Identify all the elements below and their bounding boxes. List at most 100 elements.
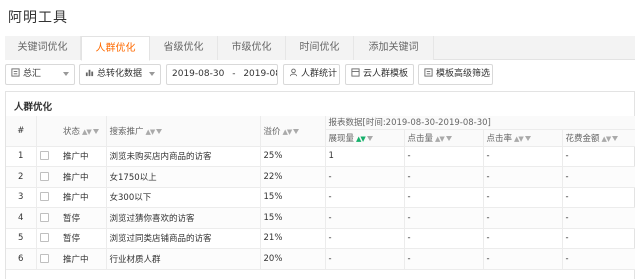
advanced-filter-button[interactable]: 模板高级筛选 <box>418 64 493 85</box>
crowd-optimize-panel: 人群优化 # 状态 ▲▼ 搜索推广 ▲▼ 溢价 ▲▼ 报表数据[时间:2019-08-… <box>5 91 635 279</box>
row-checkbox[interactable] <box>39 192 49 202</box>
sort-icon[interactable]: ▲▼ <box>82 128 92 136</box>
cloud-template-button[interactable]: 云人群模板 <box>345 64 414 85</box>
filter-icon <box>424 68 433 77</box>
table-row[interactable]: 6 推广中 行业材质人群 20% - - - - <box>6 248 635 270</box>
row-spend: - <box>561 248 635 270</box>
row-ctr: - <box>482 187 562 208</box>
row-status[interactable]: 推广中 <box>60 166 106 188</box>
chevron-down-icon <box>63 72 69 76</box>
row-clicks: - <box>403 187 483 208</box>
crowd-table: # 状态 ▲▼ 搜索推广 ▲▼ 溢价 ▲▼ 报表数据[时间:2019-08-30-20… <box>6 116 635 270</box>
row-crowd: 浏览过猜你喜欢的访客 <box>105 207 260 229</box>
row-spend: - <box>561 187 635 208</box>
filter-icon[interactable] <box>524 135 531 141</box>
col-header-crowd[interactable]: 搜索推广 ▲▼ <box>105 116 260 147</box>
filter-icon[interactable] <box>445 135 452 141</box>
row-checkbox-cell <box>35 187 60 208</box>
col-header-ctr[interactable]: 点击率 ▲▼ <box>482 129 562 147</box>
row-checkbox-cell <box>35 146 60 167</box>
col-header-clicks[interactable]: 点击量 ▲▼ <box>403 129 483 147</box>
tab-city-optimize[interactable]: 市级优化 <box>218 36 286 60</box>
row-checkbox[interactable] <box>39 253 49 263</box>
col-header-impressions[interactable]: 展现量 ▲▼ <box>324 129 404 147</box>
table-row[interactable]: 5 暂停 浏览过同类店铺商品的访客 21% - - - - <box>6 228 635 249</box>
row-spend: - <box>561 228 635 249</box>
row-checkbox[interactable] <box>39 212 49 222</box>
row-clicks: - <box>403 166 483 188</box>
row-index: 2 <box>6 166 36 188</box>
table-row[interactable]: 4 暂停 浏览过猜你喜欢的访客 15% - - - - <box>6 207 635 229</box>
row-clicks: - <box>403 146 483 167</box>
filter-icon[interactable] <box>156 128 163 134</box>
table-row[interactable]: 2 推广中 女1750以上 22% - - - - <box>6 166 635 188</box>
row-clicks: - <box>403 207 483 229</box>
col-header-spend[interactable]: 花费金额 ▲▼ <box>561 129 635 147</box>
row-premium[interactable]: 22% <box>259 166 325 188</box>
row-index: 1 <box>6 146 36 167</box>
summary-select[interactable]: 总汇 <box>5 64 75 85</box>
advanced-filter-label: 模板高级筛选 <box>436 69 491 79</box>
row-status[interactable]: 推广中 <box>60 146 106 167</box>
conversion-select-label: 总转化数据 <box>97 69 143 79</box>
sort-icon[interactable]: ▲▼ <box>602 135 612 143</box>
table-row[interactable]: 3 推广中 女300以下 15% - - - - <box>6 187 635 208</box>
date-range-picker[interactable]: 2019-08-30 - 2019-08-30 <box>166 64 278 85</box>
sort-icon[interactable]: ▲▼ <box>356 135 366 143</box>
row-ctr: - <box>482 166 562 188</box>
row-status[interactable]: 暂停 <box>60 207 106 229</box>
filter-icon[interactable] <box>293 128 300 134</box>
list-icon <box>11 68 20 77</box>
col-header-index: # <box>6 116 36 147</box>
tab-crowd-optimize[interactable]: 人群优化 <box>81 36 150 61</box>
col-header-status[interactable]: 状态 ▲▼ <box>60 116 106 147</box>
sort-icon[interactable]: ▲▼ <box>514 135 524 143</box>
row-index: 5 <box>6 228 36 249</box>
row-premium[interactable]: 15% <box>259 207 325 229</box>
filter-icon[interactable] <box>612 135 619 141</box>
cloud-template-label: 云人群模板 <box>363 69 409 79</box>
sort-icon[interactable]: ▲▼ <box>435 135 445 143</box>
row-checkbox[interactable] <box>39 171 49 181</box>
filter-icon[interactable] <box>92 128 99 134</box>
row-status[interactable]: 推广中 <box>60 187 106 208</box>
row-impressions: - <box>324 248 404 270</box>
sort-icon[interactable]: ▲▼ <box>283 128 293 136</box>
tab-province-optimize[interactable]: 省级优化 <box>150 36 218 60</box>
row-spend: - <box>561 146 635 167</box>
row-checkbox[interactable] <box>39 151 49 161</box>
row-premium[interactable]: 15% <box>259 187 325 208</box>
sort-icon[interactable]: ▲▼ <box>146 128 156 136</box>
table-row[interactable]: 1 推广中 浏览未购买店内商品的访客 25% 1 - - - <box>6 146 635 167</box>
row-crowd: 女300以下 <box>105 187 260 208</box>
bar-chart-icon <box>85 69 94 77</box>
row-checkbox-cell <box>35 228 60 249</box>
row-premium[interactable]: 20% <box>259 248 325 270</box>
conversion-select[interactable]: 总转化数据 <box>79 64 161 85</box>
row-checkbox[interactable] <box>39 233 49 243</box>
user-icon <box>289 68 298 77</box>
row-crowd: 浏览未购买店内商品的访客 <box>105 146 260 167</box>
tab-add-keyword[interactable]: 添加关键词 <box>354 36 434 60</box>
row-impressions: 1 <box>324 146 404 167</box>
row-clicks: - <box>403 248 483 270</box>
col-header-premium[interactable]: 溢价 ▲▼ <box>259 116 325 147</box>
row-ctr: - <box>482 207 562 229</box>
filter-icon[interactable] <box>366 135 373 141</box>
panel-title: 人群优化 <box>14 102 53 113</box>
row-status[interactable]: 暂停 <box>60 228 106 249</box>
row-impressions: - <box>324 166 404 188</box>
row-status[interactable]: 推广中 <box>60 248 106 270</box>
tab-time-optimize[interactable]: 时间优化 <box>286 36 354 60</box>
date-end: 2019-08-30 <box>243 69 277 79</box>
row-premium[interactable]: 25% <box>259 146 325 167</box>
row-premium[interactable]: 21% <box>259 228 325 249</box>
date-start: 2019-08-30 <box>172 69 225 79</box>
date-separator: - <box>232 69 236 79</box>
summary-select-label: 总汇 <box>23 69 42 79</box>
row-spend: - <box>561 166 635 188</box>
tab-keyword-optimize[interactable]: 关键词优化 <box>5 36 81 60</box>
crowd-stats-button[interactable]: 人群统计 <box>283 64 340 85</box>
row-index: 6 <box>6 248 36 270</box>
row-ctr: - <box>482 228 562 249</box>
